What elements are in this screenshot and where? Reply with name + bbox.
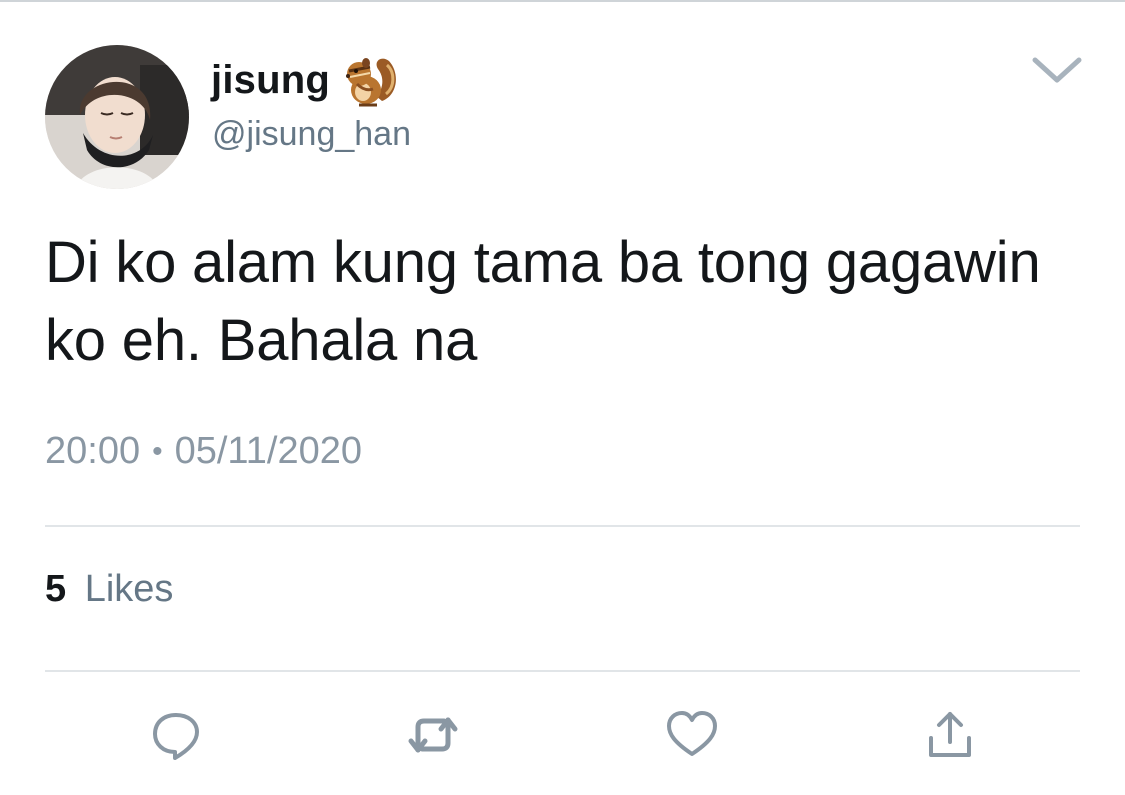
like-button[interactable] <box>662 705 722 765</box>
retweet-icon <box>408 717 458 753</box>
display-name-row: jisung <box>211 52 400 108</box>
likes-label: Likes <box>84 568 174 610</box>
avatar[interactable] <box>45 45 189 189</box>
chevron-down-icon[interactable] <box>1030 52 1084 86</box>
chipmunk-emoji-icon <box>345 58 396 107</box>
tweet-text: Di ko alam kung tama ba tong gagawin ko … <box>45 230 1041 373</box>
retweet-button[interactable] <box>403 705 463 765</box>
tweet-detail: jisung @jisung_han Di ko alam kung tama … <box>0 0 1125 795</box>
user-handle[interactable]: @jisung_han <box>212 115 411 154</box>
share-button[interactable] <box>920 705 980 765</box>
display-name[interactable]: jisung <box>211 58 330 103</box>
heart-icon <box>667 711 717 756</box>
actions-divider <box>45 670 1080 672</box>
share-icon <box>929 712 971 757</box>
meta-divider <box>45 525 1080 527</box>
likes-count: 5 <box>45 568 67 610</box>
avatar-image <box>45 45 189 189</box>
tweet-date: 05/11/2020 <box>174 430 362 472</box>
likes-stat[interactable]: 5 Likes <box>45 568 173 611</box>
timestamp-separator: • <box>152 434 163 468</box>
tweet-timestamp: 20:00 • 05/11/2020 <box>45 430 362 473</box>
tweet-actions <box>0 705 1125 775</box>
top-divider <box>0 0 1125 2</box>
reply-button[interactable] <box>146 705 206 765</box>
tweet-time: 20:00 <box>45 430 141 472</box>
reply-icon <box>153 713 199 760</box>
